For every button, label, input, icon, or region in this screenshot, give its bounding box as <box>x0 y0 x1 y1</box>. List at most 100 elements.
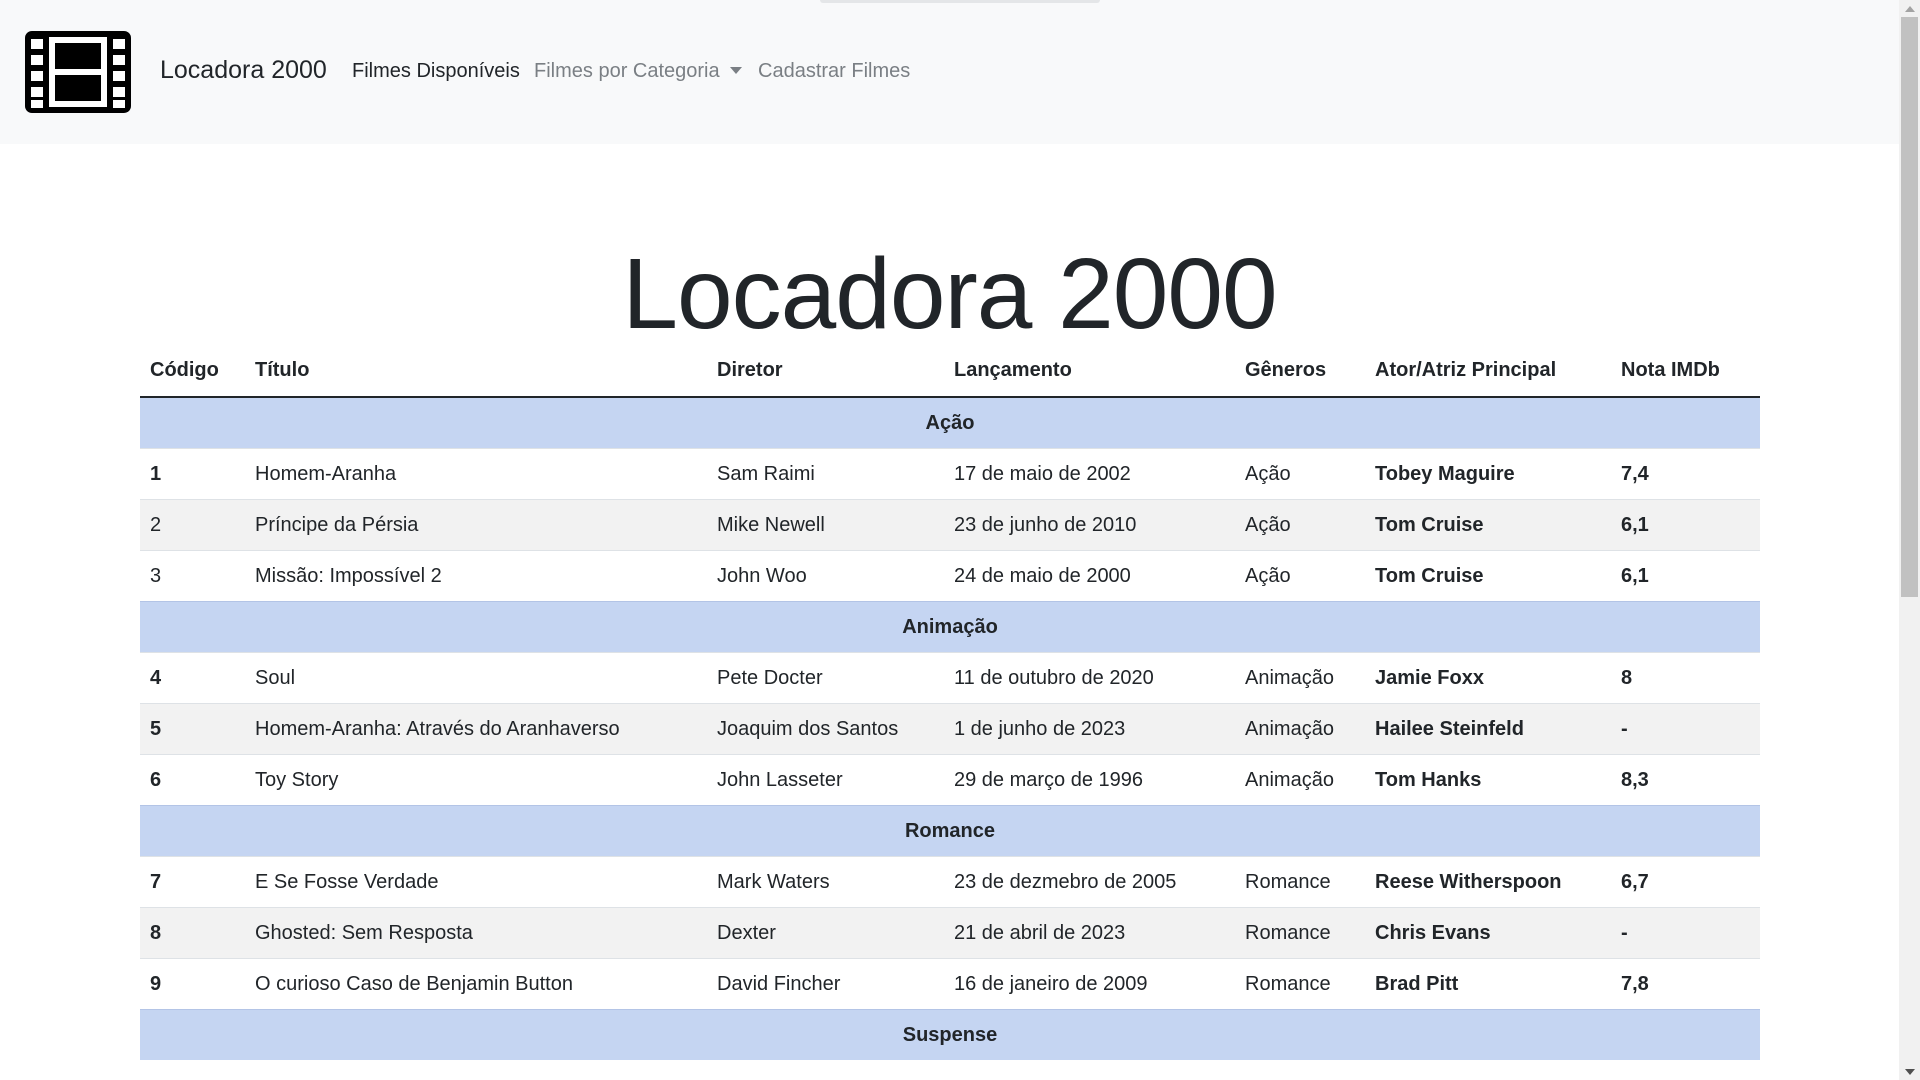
cell-genre: Animação <box>1235 754 1365 806</box>
cell-genre: Ação <box>1235 448 1365 500</box>
cell-actor: Reese Witherspoon <box>1365 856 1611 908</box>
cell-rating: 8 <box>1611 652 1760 704</box>
film-icon[interactable] <box>22 28 134 116</box>
cell-director: Pete Docter <box>707 652 944 704</box>
cell-genre: Ação <box>1235 499 1365 551</box>
table-row: 4 Soul Pete Docter 11 de outubro de 2020… <box>140 652 1760 704</box>
cell-title: Ghosted: Sem Resposta <box>245 907 707 959</box>
column-header-director: Diretor <box>707 345 944 398</box>
cell-title: Missão: Impossível 2 <box>245 550 707 602</box>
cell-actor: Tom Hanks <box>1365 754 1611 806</box>
column-header-rating: Nota IMDb <box>1611 345 1760 398</box>
cell-director: David Fincher <box>707 958 944 1010</box>
nav-dropdown-category-label: Filmes por Categoria <box>534 60 720 82</box>
column-header-release: Lançamento <box>944 345 1235 398</box>
cell-director: Mark Waters <box>707 856 944 908</box>
cell-genre: Romance <box>1235 856 1365 908</box>
cell-code: 8 <box>140 907 245 959</box>
cell-rating: 8,3 <box>1611 754 1760 806</box>
cell-title: Toy Story <box>245 754 707 806</box>
cell-genre: Ação <box>1235 550 1365 602</box>
page-title: Locadora 2000 <box>622 238 1277 350</box>
category-label: Suspense <box>140 1009 1760 1060</box>
cell-title: Homem-Aranha: Através do Aranhaverso <box>245 703 707 755</box>
cell-genre: Animação <box>1235 703 1365 755</box>
cell-release: 24 de maio de 2000 <box>944 550 1235 602</box>
cell-actor: Tom Cruise <box>1365 550 1611 602</box>
cell-release: 17 de maio de 2002 <box>944 448 1235 500</box>
cell-rating: 6,1 <box>1611 499 1760 551</box>
cell-rating: - <box>1611 703 1760 755</box>
cell-actor: Chris Evans <box>1365 907 1611 959</box>
category-row: Suspense <box>140 1009 1760 1060</box>
cell-title: Príncipe da Pérsia <box>245 499 707 551</box>
cell-genre: Animação <box>1235 652 1365 704</box>
cell-release: 1 de junho de 2023 <box>944 703 1235 755</box>
cell-title: O curioso Caso de Benjamin Button <box>245 958 707 1010</box>
cell-actor: Brad Pitt <box>1365 958 1611 1010</box>
cell-actor: Hailee Steinfeld <box>1365 703 1611 755</box>
table-row: 9 O curioso Caso de Benjamin Button Davi… <box>140 958 1760 1010</box>
cell-code: 9 <box>140 958 245 1010</box>
category-label: Ação <box>140 396 1760 449</box>
nav-link-available-movies[interactable]: Filmes Disponíveis <box>352 60 520 83</box>
cell-actor: Tobey Maguire <box>1365 448 1611 500</box>
movies-table-wrapper: Código Título Diretor Lançamento Gêneros… <box>140 345 1760 1060</box>
scrollbar-thumb[interactable] <box>1901 17 1918 597</box>
cell-rating: 6,1 <box>1611 550 1760 602</box>
cell-release: 11 de outubro de 2020 <box>944 652 1235 704</box>
cell-rating: 6,7 <box>1611 856 1760 908</box>
cell-title: E Se Fosse Verdade <box>245 856 707 908</box>
scroll-up-icon[interactable] <box>1899 0 1920 17</box>
movies-table: Código Título Diretor Lançamento Gêneros… <box>140 345 1760 1060</box>
table-row: 5 Homem-Aranha: Através do Aranhaverso J… <box>140 703 1760 755</box>
cell-director: John Lasseter <box>707 754 944 806</box>
category-label: Animação <box>140 601 1760 653</box>
table-row: 6 Toy Story John Lasseter 29 de março de… <box>140 754 1760 806</box>
cell-director: Dexter <box>707 907 944 959</box>
cell-director: Joaquim dos Santos <box>707 703 944 755</box>
column-header-title: Título <box>245 345 707 398</box>
cell-code: 5 <box>140 703 245 755</box>
cell-actor: Jamie Foxx <box>1365 652 1611 704</box>
nav-link-register-movies[interactable]: Cadastrar Filmes <box>758 60 910 83</box>
brand-link[interactable]: Locadora 2000 <box>160 56 327 85</box>
cell-release: 21 de abril de 2023 <box>944 907 1235 959</box>
cell-code: 6 <box>140 754 245 806</box>
cell-director: Mike Newell <box>707 499 944 551</box>
category-row: Ação <box>140 396 1760 449</box>
cell-code: 7 <box>140 856 245 908</box>
navbar: Locadora 2000 Filmes Disponíveis Filmes … <box>0 0 1899 144</box>
category-row: Animação <box>140 601 1760 653</box>
cell-release: 23 de junho de 2010 <box>944 499 1235 551</box>
cell-rating: 7,4 <box>1611 448 1760 500</box>
cell-rating: - <box>1611 907 1760 959</box>
category-row: Romance <box>140 805 1760 857</box>
column-header-actor: Ator/Atriz Principal <box>1365 345 1611 398</box>
cell-release: 23 de dezmebro de 2005 <box>944 856 1235 908</box>
cell-code: 2 <box>140 499 245 551</box>
cell-title: Soul <box>245 652 707 704</box>
table-row: 3 Missão: Impossível 2 John Woo 24 de ma… <box>140 550 1760 602</box>
scroll-down-icon[interactable] <box>1899 1063 1920 1080</box>
cell-director: Sam Raimi <box>707 448 944 500</box>
cell-code: 1 <box>140 448 245 500</box>
nav-dropdown-category[interactable]: Filmes por Categoria <box>534 60 742 83</box>
table-row: 1 Homem-Aranha Sam Raimi 17 de maio de 2… <box>140 448 1760 500</box>
cell-release: 16 de janeiro de 2009 <box>944 958 1235 1010</box>
cell-director: John Woo <box>707 550 944 602</box>
table-header: Código Título Diretor Lançamento Gêneros… <box>140 345 1760 398</box>
table-body: Ação 1 Homem-Aranha Sam Raimi 17 de maio… <box>140 396 1760 1060</box>
page: Locadora 2000 Filmes Disponíveis Filmes … <box>0 0 1920 1080</box>
category-label: Romance <box>140 805 1760 857</box>
cell-actor: Tom Cruise <box>1365 499 1611 551</box>
vertical-scrollbar[interactable] <box>1899 0 1920 1080</box>
cell-genre: Romance <box>1235 907 1365 959</box>
table-row: 8 Ghosted: Sem Resposta Dexter 21 de abr… <box>140 907 1760 959</box>
table-row: 7 E Se Fosse Verdade Mark Waters 23 de d… <box>140 856 1760 908</box>
cell-code: 4 <box>140 652 245 704</box>
column-header-genres: Gêneros <box>1235 345 1365 398</box>
cell-release: 29 de março de 1996 <box>944 754 1235 806</box>
cell-title: Homem-Aranha <box>245 448 707 500</box>
cell-genre: Romance <box>1235 958 1365 1010</box>
